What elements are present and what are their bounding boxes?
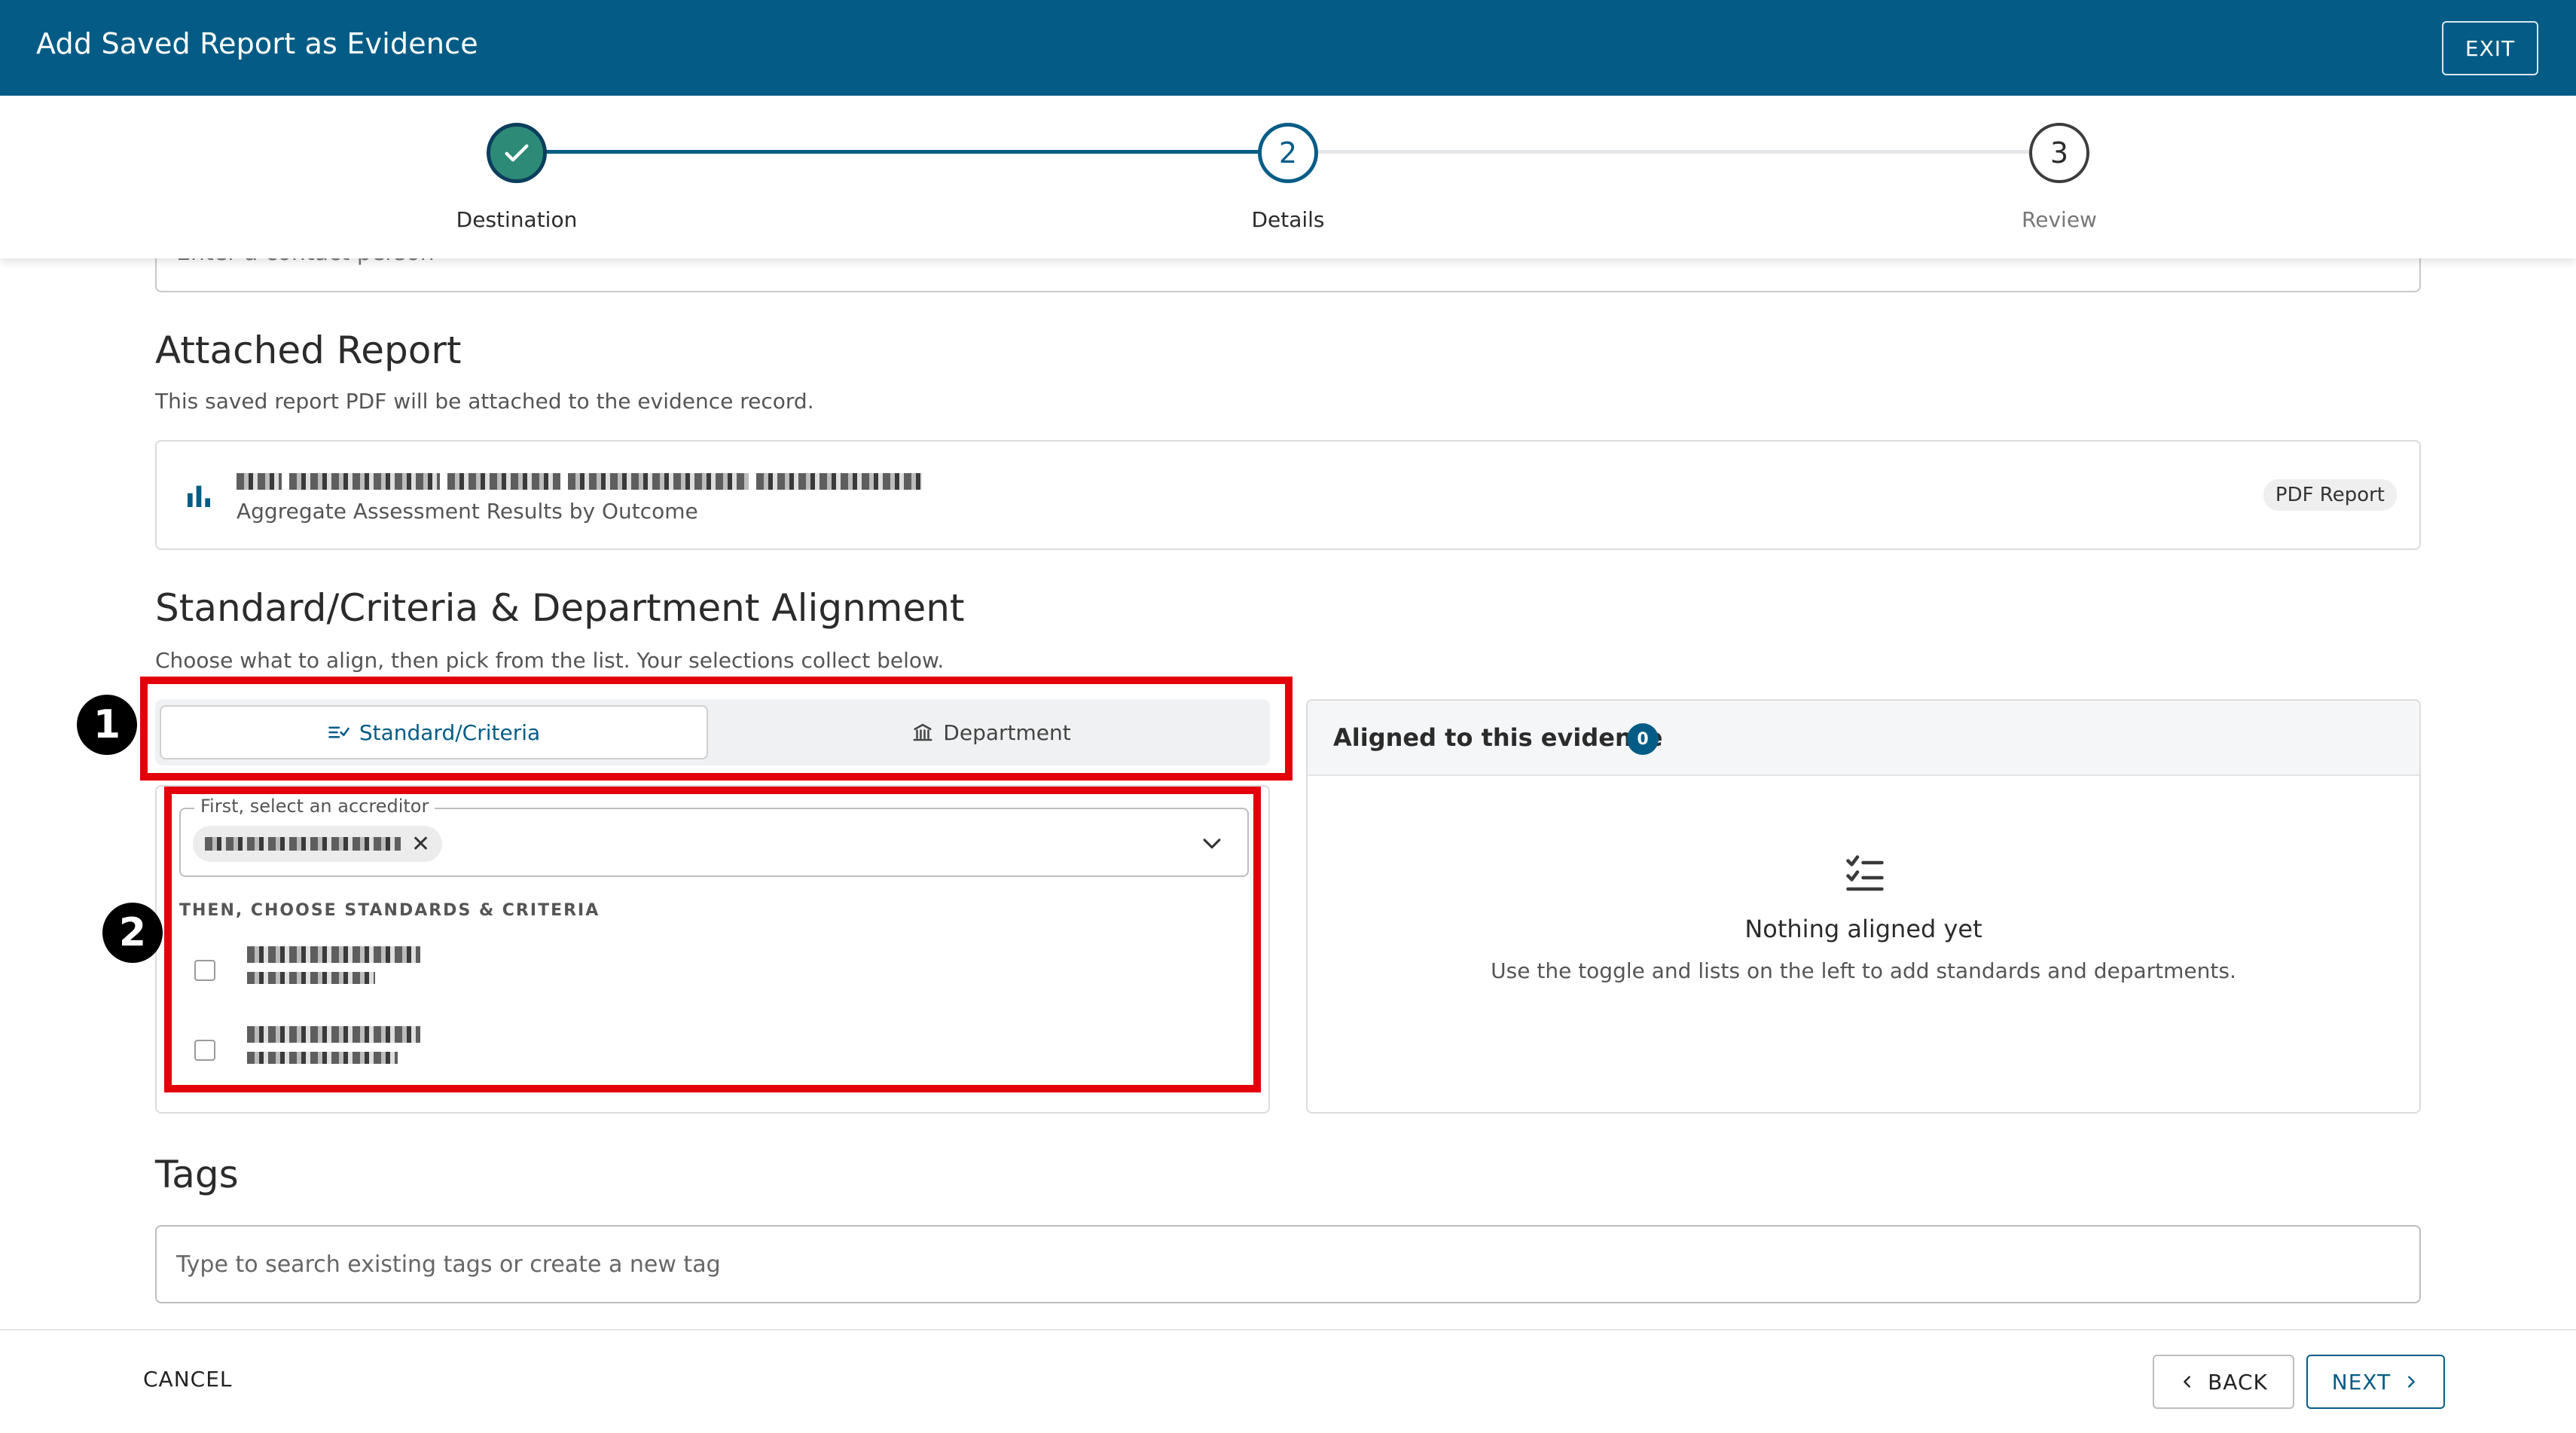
bar-chart-icon [188,485,210,507]
next-button[interactable]: NEXT [2306,1355,2445,1409]
cancel-button[interactable]: CANCEL [143,1367,233,1392]
step-destination-label: Destination [456,207,578,232]
annotation-box-1 [140,677,1293,781]
aligned-evidence-panel: Aligned to this evidence 0 Nothing align… [1306,699,2421,1114]
wizard-footer: CANCEL BACK NEXT [0,1329,2576,1433]
exit-button[interactable]: EXIT [2442,21,2538,75]
page-title: Add Saved Report as Evidence [36,27,478,60]
empty-state-title: Nothing aligned yet [1744,915,1982,943]
step-details-indicator: 2 [1258,123,1318,183]
chevron-right-icon [2408,1376,2416,1388]
aligned-count-badge: 0 [1627,723,1659,755]
alignment-title: Standard/Criteria & Department Alignment [155,586,965,630]
tags-title: Tags [155,1153,239,1196]
stepper-connector-todo [1315,150,2029,154]
report-description: Aggregate Assessment Results by Outcome [237,499,698,524]
chevron-left-icon [2184,1376,2191,1388]
checklist-icon [1846,855,1884,891]
alignment-subtitle: Choose what to align, then pick from the… [155,648,945,673]
step-details-label: Details [1251,207,1325,232]
back-button-label: BACK [2208,1369,2268,1395]
report-name-redacted [237,467,929,493]
app-header: Add Saved Report as Evidence EXIT [0,0,2576,96]
pdf-report-badge: PDF Report [2263,479,2397,511]
aligned-panel-title: Aligned to this evidence [1333,723,1663,752]
step-review-label: Review [2022,207,2097,232]
check-icon [505,144,529,162]
tags-input[interactable] [155,1225,2421,1303]
stepper-connector-done [545,150,1259,154]
annotation-marker-2: 2 [102,903,163,963]
step-destination-indicator[interactable] [487,123,547,183]
attached-report-subtitle: This saved report PDF will be attached t… [155,389,814,414]
annotation-marker-1: 1 [77,695,137,755]
attached-report-title: Attached Report [155,328,462,372]
aligned-panel-header: Aligned to this evidence 0 [1308,701,2419,776]
step-review-indicator: 3 [2029,123,2089,183]
empty-state-subtitle: Use the toggle and lists on the left to … [1491,958,2236,983]
progress-stepper: 2 3 Destination Details Review [0,96,2576,258]
next-button-label: NEXT [2331,1369,2391,1395]
back-button[interactable]: BACK [2153,1355,2294,1409]
attached-report-card: Aggregate Assessment Results by Outcome … [155,440,2421,550]
annotation-box-2 [164,787,1261,1092]
